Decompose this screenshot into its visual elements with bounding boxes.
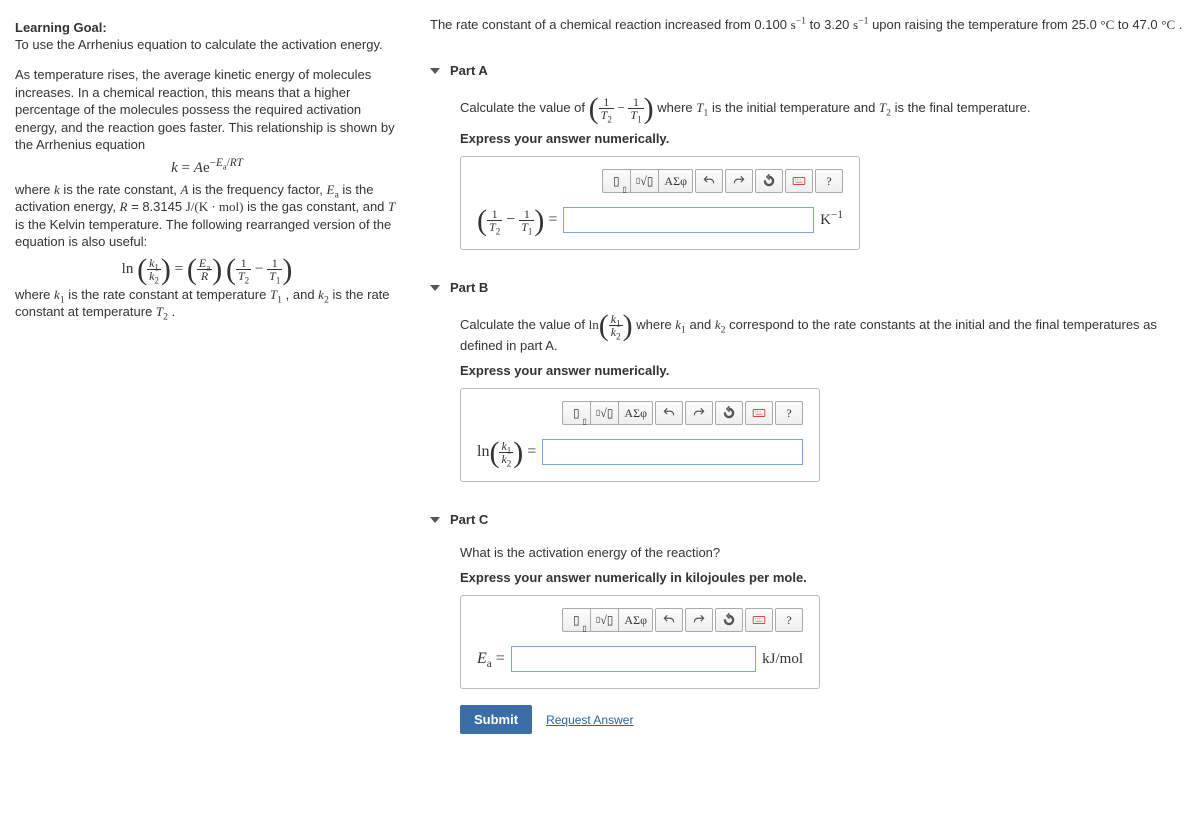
part-a-body: Calculate the value of (1T2 − 1T1) where… (430, 96, 1185, 250)
arrhenius-equation: k = Ae−Ea/RT (15, 160, 399, 177)
part-c-prompt: What is the activation energy of the rea… (460, 545, 1185, 560)
keyboard-icon (752, 613, 766, 627)
sqrt-button[interactable]: ▯√▯ (590, 608, 619, 632)
undo-icon (702, 174, 716, 188)
part-b-express: Express your answer numerically. (460, 363, 1185, 378)
help-button[interactable]: ? (775, 608, 803, 632)
part-c-unit: kJ/mol (762, 651, 803, 668)
keyboard-icon (752, 406, 766, 420)
equation-description: where k is the rate constant, A is the f… (15, 181, 399, 251)
undo-button[interactable] (695, 169, 723, 193)
keyboard-button[interactable] (745, 608, 773, 632)
part-b-title: Part B (450, 280, 488, 295)
rearranged-equation: ln (k1k2) = (EaR) (1T2 − 1T1) (15, 257, 399, 282)
redo-button[interactable] (685, 608, 713, 632)
redo-icon (692, 406, 706, 420)
part-c-lhs: Ea = (477, 650, 505, 668)
part-b-body: Calculate the value of ln(k1k2) where k1… (430, 313, 1185, 482)
redo-icon (692, 613, 706, 627)
reset-button[interactable] (755, 169, 783, 193)
part-a-unit: K−1 (820, 212, 843, 229)
help-button[interactable]: ? (815, 169, 843, 193)
equation-vars-note: where k1 is the rate constant at tempera… (15, 286, 399, 321)
problem-panel: The rate constant of a chemical reaction… (415, 0, 1200, 774)
sqrt-button[interactable]: ▯√▯ (590, 401, 619, 425)
help-button[interactable]: ? (775, 401, 803, 425)
part-a-answer-box: ▯▯ ▯√▯ ΑΣφ ? (1T2 − 1T1) = K−1 (460, 156, 860, 250)
greek-button[interactable]: ΑΣφ (618, 401, 653, 425)
part-b-prompt: Calculate the value of ln(k1k2) where k1… (460, 313, 1185, 353)
part-c-body: What is the activation energy of the rea… (430, 545, 1185, 734)
part-c-express: Express your answer numerically in kiloj… (460, 570, 1185, 585)
learning-goal-title: Learning Goal: (15, 20, 399, 35)
request-answer-link[interactable]: Request Answer (546, 713, 633, 727)
part-a-prompt-post: where T1 is the initial temperature and … (657, 100, 1030, 115)
part-b-input[interactable] (542, 439, 803, 465)
part-a-input[interactable] (563, 207, 814, 233)
templates-button[interactable]: ▯▯ (602, 169, 630, 193)
collapse-caret-icon (430, 517, 440, 523)
undo-icon (662, 613, 676, 627)
reset-icon (722, 406, 736, 420)
problem-statement: The rate constant of a chemical reaction… (430, 15, 1185, 53)
undo-button[interactable] (655, 608, 683, 632)
reset-button[interactable] (715, 401, 743, 425)
part-b-answer-box: ▯▯ ▯√▯ ΑΣφ ? ln(k1k2) = (460, 388, 820, 482)
part-c-input[interactable] (511, 646, 756, 672)
templates-button[interactable]: ▯▯ (562, 401, 590, 425)
part-a-lhs: (1T2 − 1T1) = (477, 208, 557, 233)
collapse-caret-icon (430, 285, 440, 291)
part-a-express: Express your answer numerically. (460, 131, 1185, 146)
part-a-toolbar: ▯▯ ▯√▯ ΑΣφ ? (477, 169, 843, 193)
part-a-prompt-pre: Calculate the value of (460, 100, 589, 115)
reset-icon (722, 613, 736, 627)
keyboard-button[interactable] (745, 401, 773, 425)
redo-button[interactable] (725, 169, 753, 193)
reset-button[interactable] (715, 608, 743, 632)
redo-icon (732, 174, 746, 188)
templates-button[interactable]: ▯▯ (562, 608, 590, 632)
learning-goal-text: To use the Arrhenius equation to calcula… (15, 37, 399, 52)
keyboard-icon (792, 174, 806, 188)
redo-button[interactable] (685, 401, 713, 425)
submit-button[interactable]: Submit (460, 705, 532, 734)
undo-icon (662, 406, 676, 420)
undo-button[interactable] (655, 401, 683, 425)
sqrt-button[interactable]: ▯√▯ (630, 169, 659, 193)
part-b-lhs: ln(k1k2) = (477, 440, 536, 465)
collapse-caret-icon (430, 68, 440, 74)
learning-goal-panel: Learning Goal: To use the Arrhenius equa… (0, 0, 415, 774)
part-a-title: Part A (450, 63, 488, 78)
part-c-title: Part C (450, 512, 488, 527)
reset-icon (762, 174, 776, 188)
part-c-header[interactable]: Part C (430, 512, 1185, 527)
part-c-toolbar: ▯▯ ▯√▯ ΑΣφ ? (477, 608, 803, 632)
part-b-prompt-pre: Calculate the value of (460, 317, 589, 332)
part-b-toolbar: ▯▯ ▯√▯ ΑΣφ ? (477, 401, 803, 425)
greek-button[interactable]: ΑΣφ (618, 608, 653, 632)
intro-paragraph: As temperature rises, the average kineti… (15, 66, 399, 154)
greek-button[interactable]: ΑΣφ (658, 169, 693, 193)
part-b-header[interactable]: Part B (430, 280, 1185, 295)
part-a-header[interactable]: Part A (430, 63, 1185, 78)
part-c-answer-box: ▯▯ ▯√▯ ΑΣφ ? Ea = kJ/mol (460, 595, 820, 689)
keyboard-button[interactable] (785, 169, 813, 193)
part-a-prompt: Calculate the value of (1T2 − 1T1) where… (460, 96, 1185, 121)
